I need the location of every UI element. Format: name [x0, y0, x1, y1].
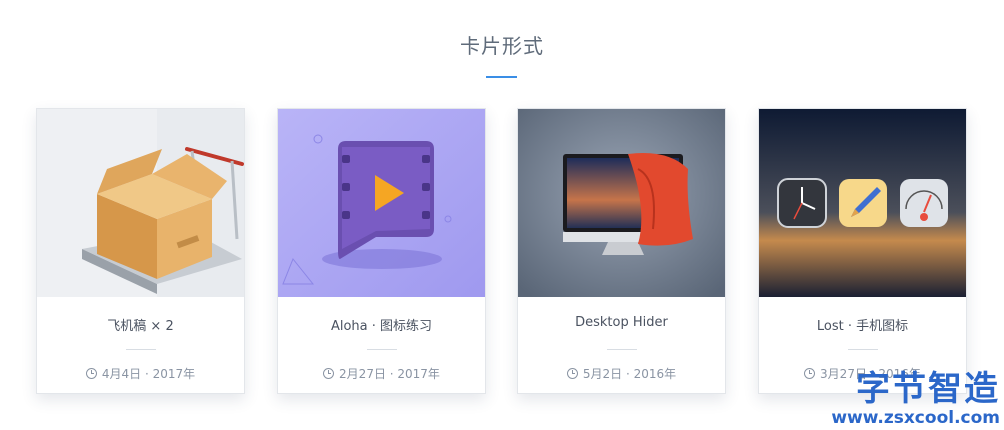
- card-4[interactable]: Lost · 手机图标 3月27日 · 2016年: [758, 108, 967, 394]
- card-3-image[interactable]: [518, 109, 725, 297]
- clock-icon: [566, 368, 578, 379]
- cardboard-box-icon: [37, 109, 244, 297]
- video-play-icon: [278, 109, 485, 297]
- card-date: 2月27日 · 2017年: [278, 365, 485, 382]
- site-watermark: 字节智造 www.zsxcool.com: [831, 370, 1000, 428]
- card-title[interactable]: Aloha · 图标练习: [278, 315, 485, 334]
- section-title: 卡片形式: [460, 34, 544, 58]
- card-divider: [126, 349, 156, 350]
- card-date-text: 5月2日 · 2016年: [582, 367, 677, 381]
- card-divider: [607, 349, 637, 350]
- card-title[interactable]: Desktop Hider: [518, 315, 725, 330]
- card-date: 5月2日 · 2016年: [518, 365, 725, 382]
- monitor-cloth-icon: [518, 109, 725, 297]
- card-1-image[interactable]: [37, 109, 244, 297]
- card-2[interactable]: Aloha · 图标练习 2月27日 · 2017年: [277, 108, 486, 394]
- watermark-brand: 字节智造: [856, 369, 1000, 409]
- card-date: 4月4日 · 2017年: [37, 365, 244, 382]
- title-underline: [486, 76, 517, 78]
- watermark-url: www.zsxcool.com: [831, 408, 1000, 428]
- card-2-image[interactable]: [278, 109, 485, 297]
- card-date-text: 2月27日 · 2017年: [339, 367, 440, 381]
- card-title[interactable]: 飞机稿 × 2: [37, 315, 244, 334]
- clock-icon: [323, 368, 335, 379]
- card-title[interactable]: Lost · 手机图标: [759, 315, 966, 334]
- clock-icon: [85, 368, 97, 379]
- card-3[interactable]: Desktop Hider 5月2日 · 2016年: [517, 108, 726, 394]
- card-divider: [367, 349, 397, 350]
- card-divider: [848, 349, 878, 350]
- card-4-image[interactable]: [759, 109, 966, 297]
- clock-icon: [804, 368, 816, 379]
- card-date-text: 4月4日 · 2017年: [101, 367, 196, 381]
- app-icons-image: [759, 109, 966, 297]
- card-1[interactable]: 飞机稿 × 2 4月4日 · 2017年: [36, 108, 245, 394]
